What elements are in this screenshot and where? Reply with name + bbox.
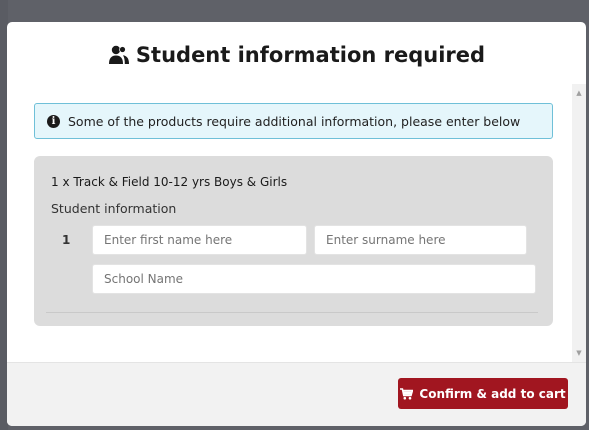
modal-title-text: Student information required [135, 43, 486, 67]
cart-icon [400, 387, 414, 400]
scroll-down-arrow-icon[interactable]: ▼ [572, 346, 586, 360]
student-info-label: Student information [51, 201, 177, 216]
modal-footer: Confirm & add to cart [7, 362, 586, 426]
modal-title: Student information required [7, 40, 586, 70]
info-icon: i [47, 114, 60, 128]
school-name-input[interactable] [92, 264, 536, 294]
alert-text: Some of the products require additional … [68, 113, 521, 129]
info-alert: i Some of the products require additiona… [34, 103, 553, 139]
confirm-button-label: Confirm & add to cart [419, 386, 566, 401]
confirm-add-to-cart-button[interactable]: Confirm & add to cart [398, 378, 568, 409]
student-row-number: 1 [62, 233, 71, 247]
student-info-modal: Student information required i Some of t… [7, 22, 586, 426]
product-name: 1 x Track & Field 10-12 yrs Boys & Girls [51, 175, 288, 189]
product-panel: 1 x Track & Field 10-12 yrs Boys & Girls… [34, 156, 553, 326]
modal-body: i Some of the products require additiona… [7, 84, 586, 362]
panel-divider [46, 312, 538, 313]
users-icon [108, 45, 130, 65]
surname-input[interactable] [314, 225, 527, 255]
modal-scrollbar[interactable]: ▲ ▼ [572, 84, 586, 362]
scroll-up-arrow-icon[interactable]: ▲ [572, 86, 586, 100]
first-name-input[interactable] [92, 225, 307, 255]
